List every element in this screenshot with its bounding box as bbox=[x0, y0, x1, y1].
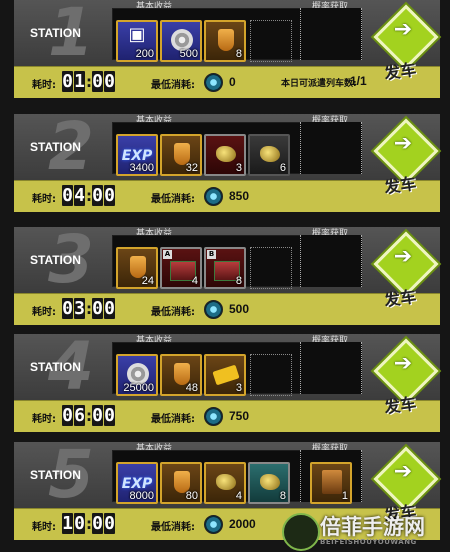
station-label: STATION bbox=[30, 26, 81, 40]
time-display: 03:00 bbox=[62, 298, 115, 319]
station-label: STATION bbox=[30, 253, 81, 267]
watermark-subtext: BEIFEISHOUYOUWANG bbox=[320, 538, 417, 546]
station-card-2: 2 STATION 基本收益 概率获取 EXP 3400 32 3 6 耗时: … bbox=[14, 108, 440, 212]
min-cost-value: 500 bbox=[229, 302, 250, 316]
time-label: 耗时: bbox=[32, 80, 56, 91]
station-label: STATION bbox=[30, 468, 81, 482]
reward-item[interactable]: 25000 bbox=[116, 354, 158, 396]
reward-item[interactable]: 8 bbox=[248, 462, 290, 504]
gold-ore-icon bbox=[260, 474, 280, 490]
coin-icon bbox=[204, 187, 223, 206]
dispatch-label: 本日可派遣列车数: bbox=[281, 79, 357, 89]
min-cost-label: 最低消耗: bbox=[151, 522, 195, 533]
reward-item[interactable]: 24 bbox=[116, 247, 158, 289]
reward-item[interactable]: 4 bbox=[204, 462, 246, 504]
depart-button[interactable]: ➔ 发车 bbox=[362, 114, 440, 212]
station-card-3: 3 STATION 基本收益 概率获取 24 A 4 B 8 耗时: 03:00… bbox=[14, 221, 440, 325]
reward-item[interactable]: A 4 bbox=[160, 247, 202, 289]
coin-icon bbox=[204, 300, 223, 319]
reward-item[interactable]: 3 bbox=[204, 134, 246, 176]
arrow-right-icon: ➔ bbox=[393, 244, 413, 269]
probability-panel bbox=[300, 122, 362, 174]
gold-ore-icon bbox=[260, 146, 280, 162]
reward-item[interactable]: 500 bbox=[160, 20, 202, 62]
min-cost-label: 最低消耗: bbox=[151, 80, 195, 91]
station-card-1: 1 STATION 基本收益 概率获取 ▣ 200 500 8 耗时: 01:0… bbox=[14, 0, 440, 98]
probability-panel bbox=[300, 235, 362, 287]
watermark: 倍菲手游网 BEIFEISHOUYOUWANG bbox=[282, 511, 450, 552]
min-cost-label: 最低消耗: bbox=[151, 194, 195, 205]
station-list: 1 STATION 基本收益 概率获取 ▣ 200 500 8 耗时: 01:0… bbox=[0, 0, 450, 552]
time-display: 04:00 bbox=[62, 185, 115, 206]
station-card-4: 4 STATION 基本收益 概率获取 25000 48 3 耗时: 06:00… bbox=[14, 328, 440, 432]
time-display: 06:00 bbox=[62, 405, 115, 426]
reward-item[interactable]: 48 bbox=[160, 354, 202, 396]
reward-item[interactable]: 6 bbox=[248, 134, 290, 176]
empty-slot bbox=[250, 247, 292, 289]
watermark-text: 倍菲手游网 bbox=[320, 515, 425, 539]
time-label: 耗时: bbox=[32, 194, 56, 205]
depart-button[interactable]: ➔ 发车 bbox=[362, 334, 440, 432]
probability-item[interactable]: 1 bbox=[310, 462, 352, 504]
reward-item[interactable]: 8 bbox=[204, 20, 246, 62]
coin-icon bbox=[204, 515, 223, 534]
time-display: 01:00 bbox=[62, 71, 115, 92]
min-cost-label: 最低消耗: bbox=[151, 307, 195, 318]
reward-item[interactable]: 80 bbox=[160, 462, 202, 504]
time-display: 10:00 bbox=[62, 513, 115, 534]
depart-button[interactable]: ➔ 发车 bbox=[362, 227, 440, 325]
shield-icon bbox=[218, 29, 234, 51]
min-cost-value: 0 bbox=[229, 75, 236, 89]
min-cost-label: 最低消耗: bbox=[151, 414, 195, 425]
station-label: STATION bbox=[30, 140, 81, 154]
reward-item[interactable]: EXP 3400 bbox=[116, 134, 158, 176]
min-cost-value: 850 bbox=[229, 189, 250, 203]
probability-panel bbox=[300, 8, 362, 60]
arrow-right-icon: ➔ bbox=[393, 459, 413, 484]
arrow-right-icon: ➔ bbox=[393, 351, 413, 376]
min-cost-value: 2000 bbox=[229, 517, 256, 531]
watermark-logo-icon bbox=[282, 513, 320, 551]
gold-ore-icon bbox=[216, 474, 236, 490]
reward-item[interactable]: EXP 8000 bbox=[116, 462, 158, 504]
depart-button[interactable]: ➔ 发车 bbox=[362, 0, 440, 98]
coin-icon bbox=[204, 407, 223, 426]
min-cost-value: 750 bbox=[229, 409, 250, 423]
station-label: STATION bbox=[30, 360, 81, 374]
probability-panel bbox=[300, 342, 362, 394]
arrow-right-icon: ➔ bbox=[393, 131, 413, 156]
reward-item[interactable]: B 8 bbox=[204, 247, 246, 289]
reward-item[interactable]: 32 bbox=[160, 134, 202, 176]
gold-ore-icon bbox=[216, 146, 236, 162]
empty-slot bbox=[250, 20, 292, 62]
coin-icon bbox=[204, 73, 223, 92]
reward-item[interactable]: 3 bbox=[204, 354, 246, 396]
time-label: 耗时: bbox=[32, 307, 56, 318]
time-label: 耗时: bbox=[32, 522, 56, 533]
empty-slot bbox=[250, 354, 292, 396]
card-icon: ▣ bbox=[128, 24, 146, 45]
arrow-right-icon: ➔ bbox=[393, 17, 413, 42]
reward-item[interactable]: ▣ 200 bbox=[116, 20, 158, 62]
time-label: 耗时: bbox=[32, 414, 56, 425]
robot-icon bbox=[322, 470, 342, 494]
